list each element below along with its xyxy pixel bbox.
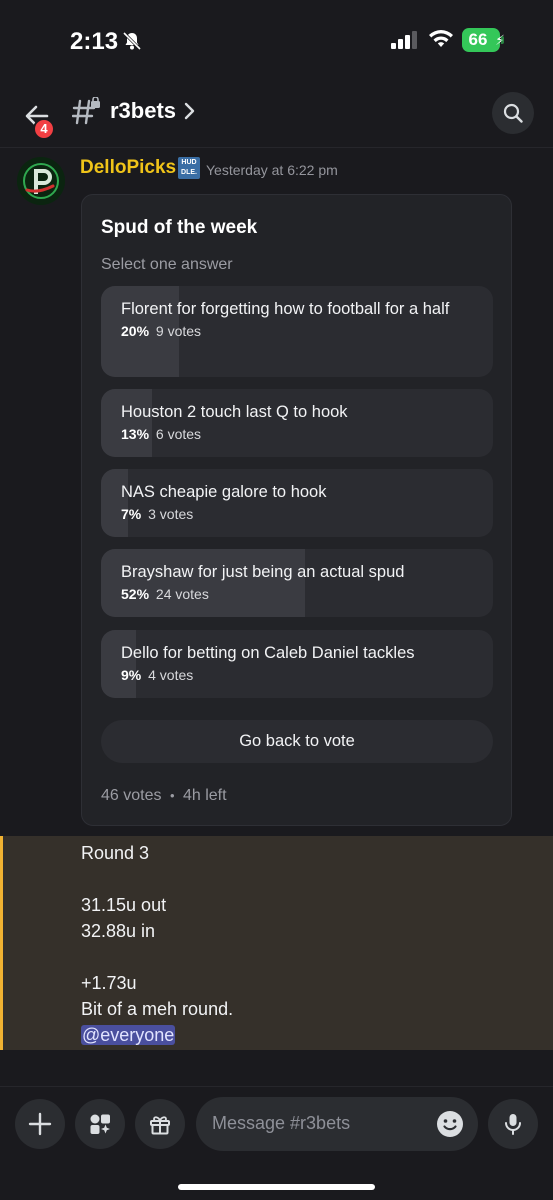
poll-answer-stats: 7% 3 votes (101, 504, 493, 522)
poll-answer-votes: 6 votes (155, 426, 202, 442)
message-line: Bit of a meh round. (81, 999, 234, 1019)
message-line (81, 944, 233, 970)
status-bar: 2:13 66 ⚡ (0, 0, 553, 80)
message-line: 31.15u out (81, 895, 167, 915)
poll-answer-votes: 9 votes (155, 323, 202, 339)
poll-answer-text: Dello for betting on Caleb Daniel tackle… (121, 644, 415, 662)
chevron-right-icon[interactable] (183, 102, 195, 125)
poll-answer-stats: 52% 24 votes (101, 584, 493, 602)
poll-answer[interactable]: Dello for betting on Caleb Daniel tackle… (101, 630, 493, 698)
apps-button[interactable] (75, 1099, 125, 1149)
poll-answer-text: NAS cheapie galore to hook (121, 483, 327, 501)
dellopicks-logo (17, 157, 65, 205)
message-line: 32.88u in (81, 921, 156, 941)
poll-answer-text: Houston 2 touch last Q to hook (121, 403, 348, 421)
poll-answer[interactable]: Houston 2 touch last Q to hook 13% 6 vot… (101, 389, 493, 457)
message-line (81, 866, 233, 892)
poll-time-left: 4h left (182, 787, 227, 804)
gift-icon (150, 1116, 170, 1135)
poll-answer-stats: 13% 6 votes (101, 424, 493, 442)
message-input[interactable]: Message #r3bets (196, 1097, 478, 1151)
poll-answer-stats: 9% 4 votes (101, 665, 493, 683)
poll-subtitle: Select one answer (101, 256, 233, 273)
search-icon (503, 103, 523, 123)
poll-answer[interactable]: Brayshaw for just being an actual spud 5… (101, 549, 493, 617)
wifi-icon (428, 29, 454, 54)
battery-level: 66 (468, 30, 488, 49)
poll-answer-stats: 20% 9 votes (101, 321, 493, 339)
message-timestamp: Yesterday at 6:22 pm (206, 162, 338, 178)
server-tag-badge: HUD DLE. (178, 157, 200, 179)
plus-icon (28, 1112, 52, 1136)
message-line: +1.73u (81, 973, 137, 993)
poll-answer-percent: 20% (121, 323, 150, 339)
go-back-to-vote-button[interactable]: Go back to vote (101, 720, 493, 763)
avatar[interactable] (17, 157, 65, 205)
status-time: 2:13 (70, 28, 119, 55)
voice-message-button[interactable] (488, 1099, 538, 1149)
poll-answer-votes: 3 votes (148, 506, 194, 522)
add-attachment-button[interactable] (15, 1099, 65, 1149)
username[interactable]: DelloPicks (80, 157, 176, 179)
channel-name[interactable]: r3bets (110, 98, 176, 124)
poll-card: Spud of the week Select one answer Flore… (81, 194, 512, 826)
message-input-placeholder: Message #r3bets (212, 1113, 351, 1133)
poll-answer-percent: 9% (121, 667, 142, 683)
channel-header: 4 r3bets (0, 80, 553, 148)
microphone-icon (505, 1114, 521, 1135)
poll-answer-text: Brayshaw for just being an actual spud (121, 563, 405, 581)
apps-sparkle-icon (90, 1114, 110, 1134)
everyone-mention[interactable]: @everyone (81, 1025, 176, 1045)
poll-answer-votes: 24 votes (155, 586, 209, 602)
locked-channel-hash-icon (71, 96, 104, 132)
poll-footer: 46 votes • 4h left (101, 787, 227, 805)
poll-answer-percent: 7% (121, 506, 142, 522)
bell-off-icon (122, 31, 142, 56)
signal-icon (391, 31, 419, 54)
poll-answer[interactable]: Florent for forgetting how to football f… (101, 286, 493, 377)
gift-button[interactable] (135, 1099, 185, 1149)
message-body: Round 3 31.15u out 32.88u in +1.73u Bit … (81, 840, 233, 1048)
poll-answer-text: Florent for forgetting how to football f… (121, 300, 450, 318)
poll-total-votes: 46 votes (101, 787, 162, 804)
composer-bar: Message #r3bets (0, 1086, 553, 1200)
message-line: Round 3 (81, 843, 150, 863)
poll-answer[interactable]: NAS cheapie galore to hook 7% 3 votes (101, 469, 493, 537)
poll-answer-percent: 52% (121, 586, 150, 602)
emoji-icon[interactable] (436, 1110, 464, 1138)
poll-title: Spud of the week (101, 217, 258, 238)
search-button[interactable] (492, 92, 534, 134)
battery-indicator: 66 ⚡ (462, 28, 506, 52)
poll-answer-percent: 13% (121, 426, 150, 442)
home-indicator[interactable] (178, 1184, 375, 1190)
unread-badge: 4 (33, 118, 55, 140)
poll-answer-votes: 4 votes (148, 667, 194, 683)
mention-message: Round 3 31.15u out 32.88u in +1.73u Bit … (0, 836, 553, 1050)
poll-separator: • (169, 788, 175, 803)
